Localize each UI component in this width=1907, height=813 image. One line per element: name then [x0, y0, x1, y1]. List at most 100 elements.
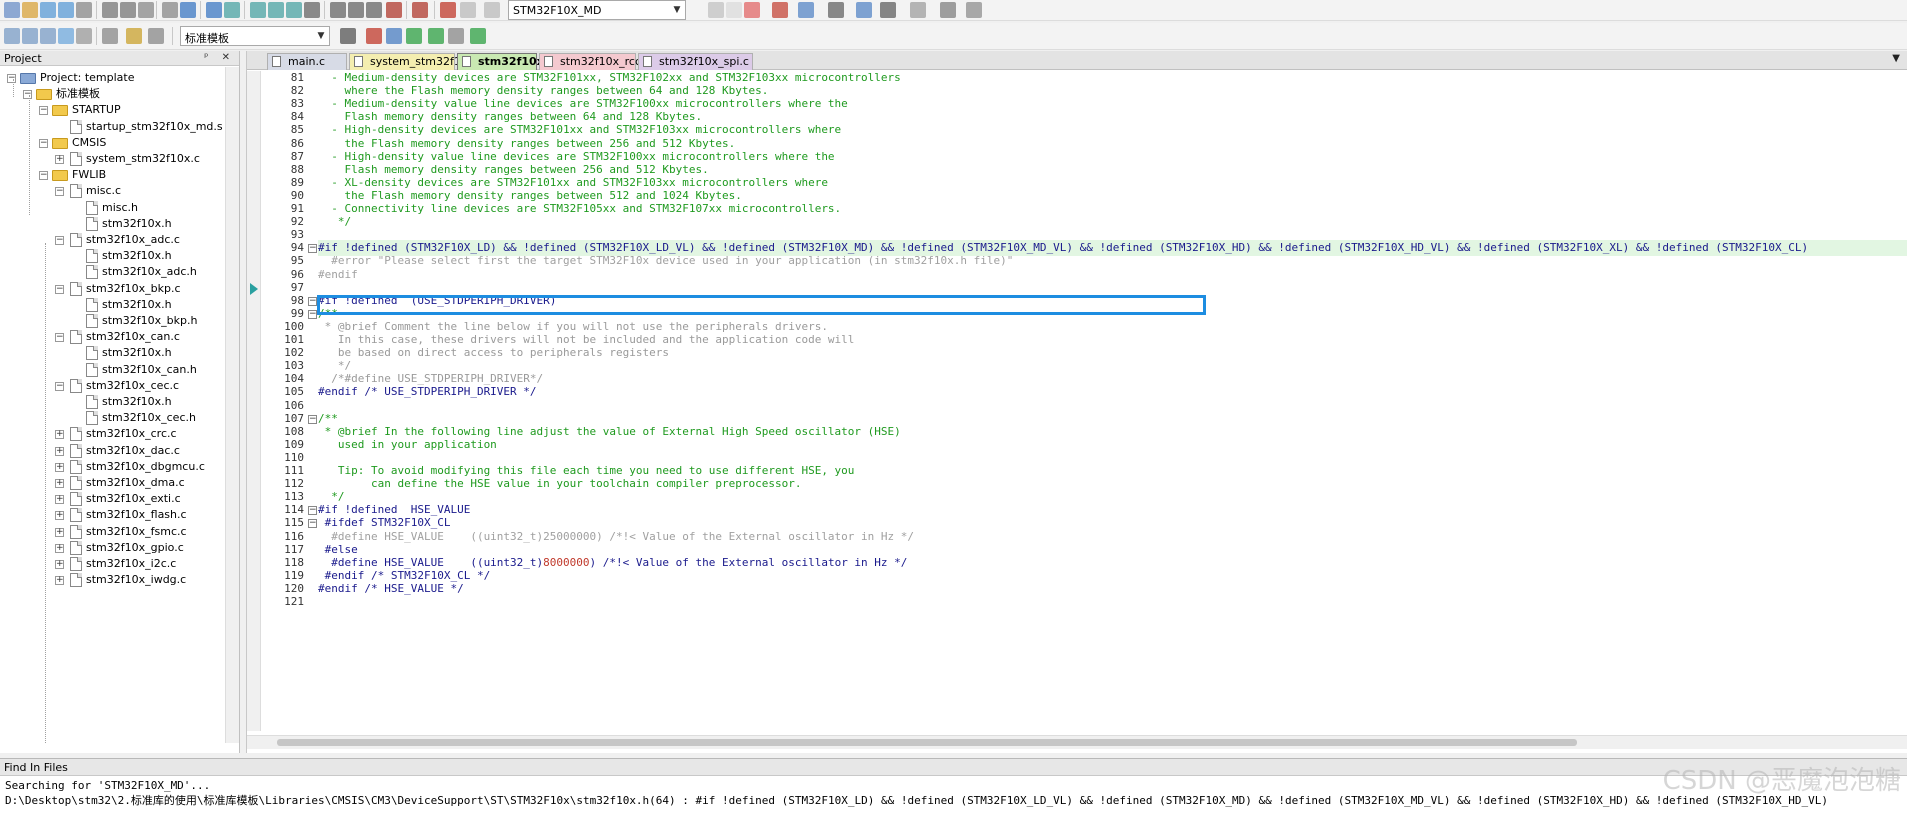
collapse-icon[interactable]: − — [39, 106, 48, 115]
paste-icon[interactable] — [120, 2, 136, 18]
expand-icon[interactable]: + — [55, 544, 64, 553]
editor-tab-0[interactable]: main.c — [267, 53, 347, 70]
options-icon[interactable] — [126, 28, 142, 44]
editor-tab-2[interactable]: stm32f10x.h — [457, 53, 556, 70]
code-line[interactable]: #error "Please select first the target S… — [318, 253, 1013, 269]
collapse-icon[interactable]: − — [7, 74, 16, 83]
code-line[interactable]: - Connectivity line devices are STM32F10… — [318, 201, 841, 217]
bookmark-next-icon[interactable] — [268, 2, 284, 18]
code-line[interactable]: #endif — [318, 267, 358, 283]
fold-toggle-icon[interactable]: − — [308, 244, 317, 253]
tab-list-dropdown[interactable]: ▼ — [1892, 53, 1900, 64]
stop-build-icon[interactable] — [340, 28, 356, 44]
bookmark-clear-icon[interactable] — [286, 2, 302, 18]
code-line[interactable]: #if !defined (USE_STDPERIPH_DRIVER) — [318, 293, 556, 309]
bookmark-prev-icon[interactable] — [250, 2, 266, 18]
options-icon[interactable] — [966, 2, 982, 18]
expand-icon[interactable]: + — [55, 479, 64, 488]
breakpoint-icon[interactable] — [460, 2, 476, 18]
editor-tab-3[interactable]: stm32f10x_rcc.c — [539, 53, 651, 70]
breakpoint-kill-icon[interactable] — [726, 2, 742, 18]
nav-forward-icon[interactable] — [206, 2, 222, 18]
tree-file-item[interactable]: startup_stm32f10x_md.s — [86, 117, 223, 136]
expand-icon[interactable]: + — [55, 447, 64, 456]
compile-icon[interactable] — [4, 28, 20, 44]
fold-toggle-icon[interactable]: − — [308, 297, 317, 306]
build-icon[interactable] — [828, 2, 844, 18]
code-line[interactable]: #define HSE_VALUE ((uint32_t)25000000) /… — [318, 529, 914, 545]
manage-components-icon[interactable] — [148, 28, 164, 44]
download-icon[interactable] — [102, 28, 118, 44]
expand-icon[interactable]: + — [55, 576, 64, 585]
editor-horizontal-scrollbar[interactable] — [247, 735, 1907, 749]
code-line[interactable]: #endif /* USE_STDPERIPH_DRIVER */ — [318, 384, 537, 400]
breakpoint-clear-icon[interactable] — [708, 2, 724, 18]
chevron-down-icon[interactable]: ▼ — [671, 4, 683, 16]
code-line[interactable]: be based on direct access to peripherals… — [318, 345, 669, 361]
cut-icon[interactable] — [76, 2, 92, 18]
options-icon[interactable] — [386, 28, 402, 44]
manage-components-icon[interactable] — [406, 28, 422, 44]
rebuild-icon[interactable] — [856, 2, 872, 18]
download-icon[interactable] — [940, 2, 956, 18]
download-icon[interactable] — [366, 28, 382, 44]
unindent-icon[interactable] — [330, 2, 346, 18]
indent-icon[interactable] — [304, 2, 320, 18]
collapse-icon[interactable]: − — [55, 236, 64, 245]
expand-icon[interactable]: + — [55, 463, 64, 472]
save-icon[interactable] — [40, 2, 56, 18]
stop-build-icon[interactable] — [76, 28, 92, 44]
batch-build-icon[interactable] — [880, 2, 896, 18]
collapse-icon[interactable]: − — [55, 382, 64, 391]
collapse-icon[interactable]: − — [55, 187, 64, 196]
compile-icon[interactable] — [798, 2, 814, 18]
settings-icon[interactable] — [772, 2, 788, 18]
panel-buttons[interactable]: ᵖ ✕ — [204, 52, 235, 63]
scroll-thumb[interactable] — [277, 739, 1577, 746]
code-line[interactable]: used in your application — [318, 437, 497, 453]
chevron-down-icon[interactable]: ▼ — [315, 30, 327, 42]
editor-margin[interactable] — [247, 71, 261, 731]
tree-file-item[interactable]: stm32f10x_iwdg.c — [86, 570, 186, 589]
comment-icon[interactable] — [348, 2, 364, 18]
collapse-icon[interactable]: − — [55, 333, 64, 342]
fold-toggle-icon[interactable]: − — [308, 310, 317, 319]
stop-build-icon[interactable] — [910, 2, 926, 18]
redo-icon[interactable] — [162, 2, 178, 18]
editor-tab-4[interactable]: stm32f10x_spi.c — [638, 53, 753, 70]
rebuild-icon[interactable] — [40, 28, 56, 44]
tree-vertical-scrollbar[interactable] — [225, 67, 239, 743]
target-define-select[interactable]: STM32F10X_MD ▼ — [508, 0, 686, 20]
fold-toggle-icon[interactable]: − — [308, 415, 317, 424]
build-icon[interactable] — [22, 28, 38, 44]
open-icon[interactable] — [22, 2, 38, 18]
batch-build-icon[interactable] — [58, 28, 74, 44]
save-all-icon[interactable] — [58, 2, 74, 18]
uncomment-icon[interactable] — [366, 2, 382, 18]
copy-icon[interactable] — [102, 2, 118, 18]
select-pack-icon[interactable] — [448, 28, 464, 44]
new-file-icon[interactable] — [4, 2, 20, 18]
undo-icon[interactable] — [138, 2, 154, 18]
collapse-icon[interactable]: − — [55, 285, 64, 294]
expand-icon[interactable]: + — [55, 511, 64, 520]
run-time-env-icon[interactable] — [470, 28, 486, 44]
pack-installer-icon[interactable] — [428, 28, 444, 44]
code-view[interactable]: - Medium-density devices are STM32F101xx… — [318, 71, 1907, 731]
collapse-icon[interactable]: − — [39, 171, 48, 180]
fold-toggle-icon[interactable]: − — [308, 519, 317, 528]
bookmark-icon[interactable] — [224, 2, 240, 18]
fold-toggle-icon[interactable]: − — [308, 506, 317, 515]
code-line[interactable]: can define the HSE value in your toolcha… — [318, 476, 801, 492]
expand-icon[interactable]: + — [55, 155, 64, 164]
editor-tab-1[interactable]: system_stm32f10x.c — [349, 53, 484, 70]
expand-icon[interactable]: + — [55, 560, 64, 569]
expand-icon[interactable]: + — [55, 528, 64, 537]
find-in-files-icon[interactable] — [386, 2, 402, 18]
project-target-select[interactable]: 标准模板 ▼ — [180, 26, 330, 46]
nav-back-icon[interactable] — [180, 2, 196, 18]
window-layout-icon[interactable] — [744, 2, 760, 18]
debug-icon[interactable] — [440, 2, 456, 18]
collapse-icon[interactable]: − — [39, 139, 48, 148]
expand-icon[interactable]: + — [55, 495, 64, 504]
